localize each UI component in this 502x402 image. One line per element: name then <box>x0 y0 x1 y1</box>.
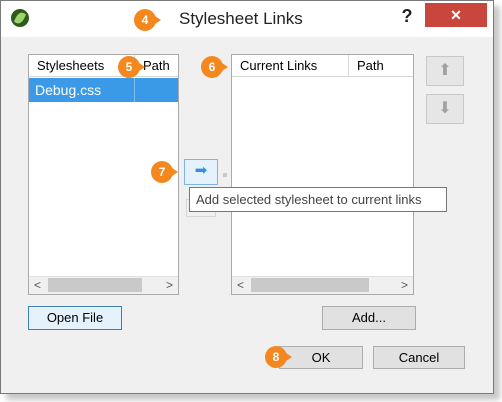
open-file-button[interactable]: Open File <box>28 306 122 330</box>
arrow-up-icon: ⬆ <box>438 62 452 79</box>
arrow-right-icon: ➡ <box>194 162 208 179</box>
callout-badge-6: 6 <box>201 56 228 78</box>
stylesheet-path <box>134 78 178 102</box>
list-item-stylesheet[interactable]: Debug.css <box>29 78 178 102</box>
close-icon: ✕ <box>450 7 462 23</box>
callout-badge-5: 5 <box>118 56 145 78</box>
arrow-down-icon: ⬇ <box>438 100 452 117</box>
current-links-list[interactable]: Current Links Path < > <box>231 54 414 295</box>
scrollbar-thumb[interactable] <box>251 278 369 292</box>
stylesheet-name: Debug.css <box>35 82 102 98</box>
callout-badge-4: 4 <box>134 9 161 31</box>
scroll-left-icon[interactable]: < <box>232 277 249 294</box>
help-button[interactable]: ? <box>397 4 417 28</box>
close-button[interactable]: ✕ <box>425 3 487 27</box>
divider-dot <box>223 173 227 177</box>
stylesheets-horizontal-scrollbar[interactable]: < > <box>29 276 178 294</box>
callout-badge-8: 8 <box>265 346 292 368</box>
add-stylesheet-tooltip: Add selected stylesheet to current links <box>189 187 447 212</box>
callout-badge-7: 7 <box>151 161 178 183</box>
move-up-button[interactable]: ⬆ <box>426 56 464 86</box>
add-button[interactable]: Add... <box>322 306 416 330</box>
cancel-button[interactable]: Cancel <box>373 346 465 369</box>
column-header-path[interactable]: Path <box>348 55 413 77</box>
scroll-left-icon[interactable]: < <box>29 277 46 294</box>
column-header-current-links[interactable]: Current Links <box>232 55 348 77</box>
move-down-button[interactable]: ⬇ <box>426 94 464 124</box>
scroll-right-icon[interactable]: > <box>161 277 178 294</box>
dialog-title: Stylesheet Links <box>179 9 303 28</box>
app-logo-icon <box>11 9 29 27</box>
title-bar: Stylesheet Links ? ✕ <box>1 1 493 37</box>
scrollbar-thumb[interactable] <box>48 278 142 292</box>
scroll-right-icon[interactable]: > <box>396 277 413 294</box>
current-links-horizontal-scrollbar[interactable]: < > <box>232 276 413 294</box>
stylesheet-links-dialog: Stylesheet Links ? ✕ Stylesheets Path De… <box>0 0 494 394</box>
add-to-links-button[interactable]: ➡ <box>184 159 218 185</box>
